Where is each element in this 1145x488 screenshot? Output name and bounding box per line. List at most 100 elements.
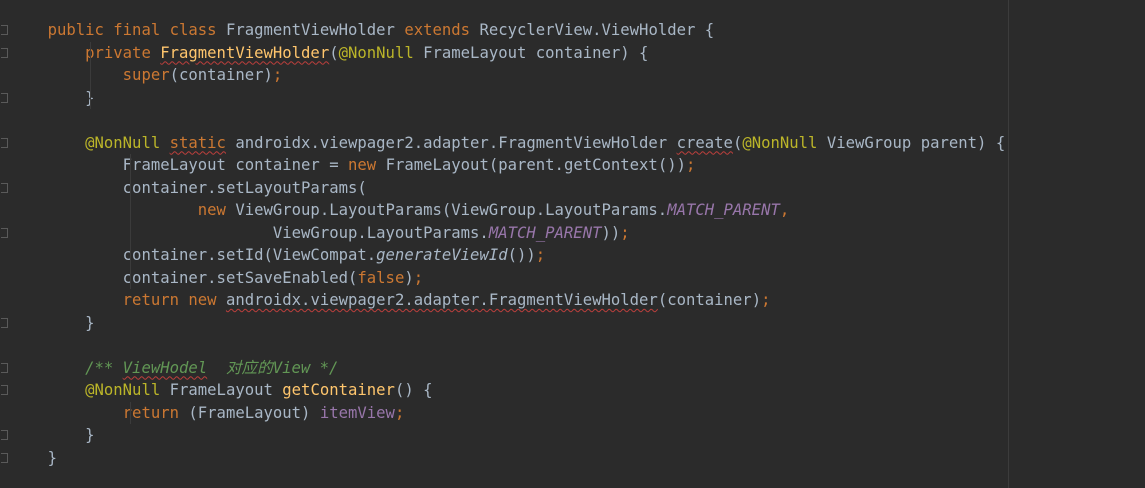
code-line[interactable]: } [10, 87, 1145, 110]
code-token: itemView [319, 403, 395, 422]
code-token: container.setId(ViewCompat. [122, 246, 377, 264]
code-line[interactable]: } [10, 424, 1145, 447]
code-token: FrameLayout(parent.getContext()) [385, 156, 686, 174]
fold-marker-icon[interactable] [1, 317, 8, 328]
indent-guide [130, 154, 131, 289]
code-token: } [47, 448, 57, 467]
code-token: FragmentViewHolder [160, 43, 330, 62]
code-token: androidx.viewpager2.adapter.FragmentView… [225, 291, 658, 309]
code-token: private [85, 43, 161, 62]
code-token: MATCH_PARENT [488, 223, 602, 242]
code-token: public final class [47, 21, 226, 39]
code-token: ( [329, 43, 339, 62]
code-token: ViewGroup parent) { [826, 133, 1006, 152]
code-token: FrameLayout [169, 381, 283, 399]
code-token: return new [122, 291, 226, 309]
code-token: (container) [657, 291, 762, 309]
fold-marker-icon[interactable] [1, 430, 8, 440]
code-token: FragmentViewHolder [225, 21, 405, 39]
code-token: @NonNull [742, 133, 827, 152]
code-line[interactable]: private FragmentViewHolder(@NonNull Fram… [10, 42, 1145, 65]
code-token: create [676, 133, 733, 152]
code-line[interactable]: @NonNull static androidx.viewpager2.adap… [10, 132, 1145, 155]
code-token: MATCH_PARENT [667, 201, 780, 219]
code-line[interactable]: FrameLayout container = new FrameLayout(… [10, 154, 1145, 177]
indent-guide [90, 41, 91, 109]
code-line[interactable] [10, 109, 1145, 132]
fold-marker-icon[interactable] [1, 92, 8, 103]
code-token: FrameLayout container) { [423, 43, 649, 62]
fold-marker-icon[interactable] [1, 362, 8, 373]
code-line[interactable]: container.setId(ViewCompat.generateViewI… [10, 244, 1145, 267]
code-token: ; [620, 223, 630, 242]
code-token: )) [601, 223, 621, 242]
fold-marker-icon[interactable] [1, 25, 8, 35]
code-token: (container) [169, 66, 273, 84]
code-token: ; [535, 246, 546, 264]
fold-marker-icon[interactable] [1, 452, 8, 463]
code-token: /** [85, 358, 123, 377]
fold-marker-icon[interactable] [1, 137, 8, 148]
code-line[interactable]: return new androidx.viewpager2.adapter.F… [10, 289, 1145, 312]
code-token: extends [404, 21, 480, 39]
code-token: return [122, 403, 189, 422]
code-line[interactable]: return (FrameLayout) itemView; [10, 402, 1145, 425]
code-token: container.setLayoutParams( [122, 178, 367, 197]
code-line[interactable]: } [10, 312, 1145, 335]
fold-marker-icon[interactable] [1, 47, 8, 58]
code-token: @NonNull [338, 43, 424, 62]
code-token: ()) [507, 246, 536, 264]
code-area[interactable]: public final class FragmentViewHolder ex… [10, 19, 1145, 469]
code-token: new [348, 156, 386, 174]
code-token: ; [761, 291, 771, 309]
code-line[interactable] [10, 334, 1145, 357]
code-token: ; [686, 156, 696, 174]
code-token: RecyclerView.ViewHolder { [479, 21, 715, 39]
code-token: 对应的View */ [207, 358, 339, 377]
code-token: @NonNull [85, 381, 170, 399]
code-token: ; [413, 268, 424, 287]
code-line[interactable]: super(container); [10, 64, 1145, 87]
code-token: container.setSaveEnabled( [122, 268, 358, 287]
code-token: androidx.viewpager2.adapter.FragmentView… [225, 133, 677, 152]
code-token: new [197, 201, 236, 219]
code-line[interactable]: new ViewGroup.LayoutParams(ViewGroup.Lay… [10, 199, 1145, 222]
code-token: () { [394, 381, 433, 399]
code-line[interactable]: container.setLayoutParams( [10, 177, 1145, 200]
code-token: ViewGroup.LayoutParams. [272, 223, 489, 242]
code-line[interactable]: @NonNull FrameLayout getContainer() { [10, 379, 1145, 402]
code-token: } [85, 313, 95, 332]
code-line[interactable]: container.setSaveEnabled(false); [10, 267, 1145, 290]
code-line[interactable]: ViewGroup.LayoutParams.MATCH_PARENT)); [10, 222, 1145, 245]
code-token: ) [404, 268, 414, 287]
code-token: FrameLayout container = [122, 156, 348, 174]
fold-marker-icon[interactable] [1, 227, 8, 238]
fold-marker-icon[interactable] [1, 385, 8, 395]
indent-guide [130, 401, 131, 424]
code-line[interactable]: public final class FragmentViewHolder ex… [10, 19, 1145, 42]
code-token: @NonNull [85, 133, 170, 152]
code-token: static [169, 133, 226, 152]
code-token: (FrameLayout) [188, 403, 320, 422]
code-line[interactable]: } [10, 447, 1145, 470]
code-token: } [85, 426, 95, 444]
code-line[interactable]: /** ViewHodel 对应的View */ [10, 357, 1145, 380]
code-editor[interactable]: public final class FragmentViewHolder ex… [0, 0, 1145, 488]
fold-marker-icon[interactable] [1, 182, 8, 193]
